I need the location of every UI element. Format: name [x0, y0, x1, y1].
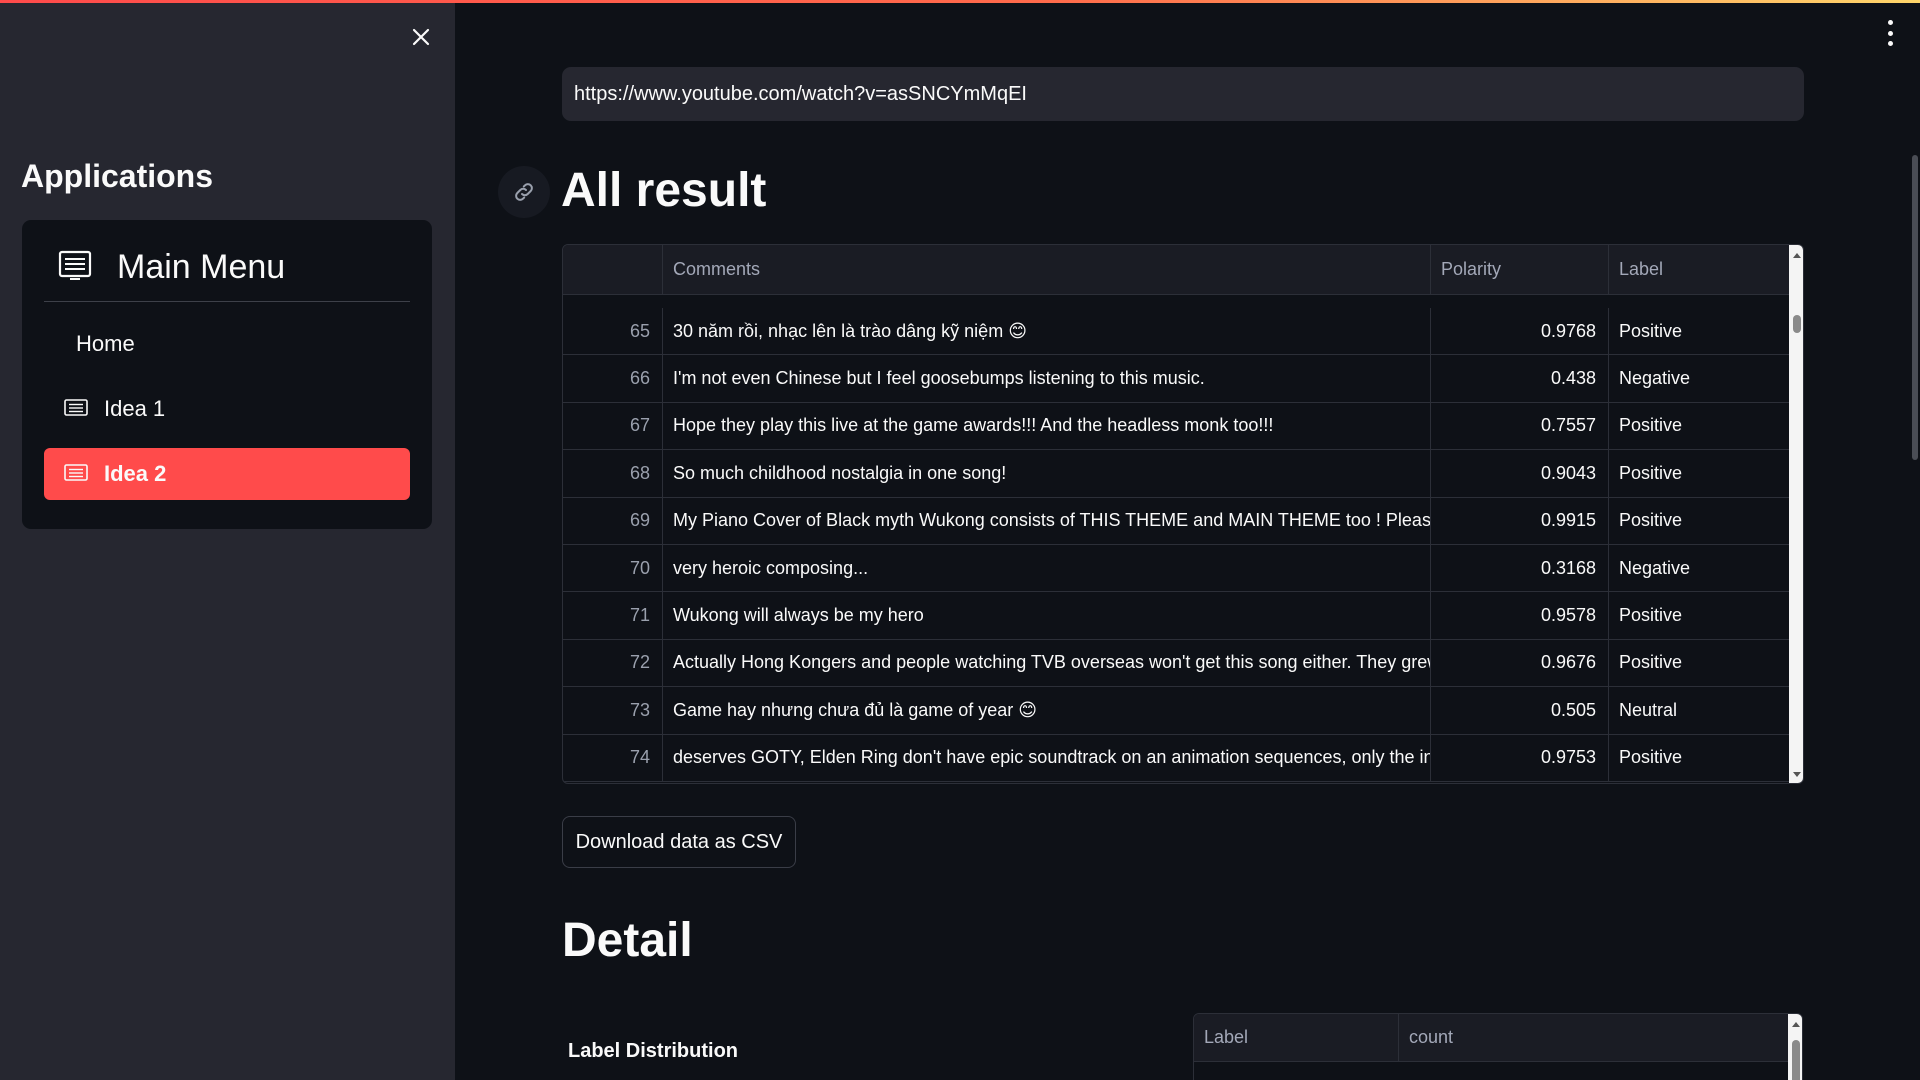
polarity-cell: 0.438 [1431, 355, 1609, 402]
comment-cell: deserves GOTY, Elden Ring don't have epi… [663, 734, 1431, 781]
label-cell: Negative [1619, 557, 1691, 578]
label-distribution-title: Label Distribution [568, 1040, 738, 1062]
main-menu-button[interactable] [1880, 20, 1900, 46]
main-menu: Main Menu Home Idea 1 Idea 2 [22, 220, 432, 529]
menu-item-idea-2[interactable]: Idea 2 [44, 448, 410, 500]
sidebar-title: Applications [21, 158, 214, 194]
label-cell: Negative [1619, 368, 1691, 389]
header-polarity[interactable]: Polarity [1431, 245, 1609, 294]
row-index: 71 [563, 592, 663, 639]
results-heading: All result [561, 164, 767, 217]
list-icon [64, 399, 88, 416]
label-cell: Neutral [1619, 699, 1678, 720]
row-index: 68 [563, 450, 663, 497]
table-row[interactable]: 67 Hope they play this live at the game a… [563, 402, 1789, 451]
table-row[interactable]: 74 deserves GOTY, Elden Ring don't have e… [563, 734, 1789, 782]
comment-cell: 30 năm rồi, nhạc lên là trào dâng kỹ niệ… [663, 308, 1431, 355]
table-row[interactable]: 72 Actually Hong Kongers and people watch… [563, 639, 1789, 688]
table-row[interactable]: 70 very heroic composing... 0.3168 Negative [563, 544, 1789, 593]
heading-anchor-link[interactable] [498, 166, 550, 218]
polarity-cell: 0.9578 [1431, 592, 1609, 639]
row-index: 74 [563, 734, 663, 781]
table-body: 65 30 năm rồi, nhạc lên là trào dâng kỹ n… [563, 308, 1789, 782]
menu-title: Main Menu [117, 248, 286, 286]
comment-cell: Actually Hong Kongers and people watchin… [663, 639, 1431, 687]
menu-item-home[interactable]: Home [44, 318, 410, 370]
menu-item-label: Idea 1 [104, 396, 166, 421]
comment-cell: very heroic composing... [663, 544, 1431, 592]
row-index: 70 [563, 544, 663, 592]
label-cell: Positive [1619, 510, 1683, 531]
row-index: 73 [563, 687, 663, 734]
row-index: 69 [563, 497, 663, 544]
row-index: 72 [563, 639, 663, 687]
table-row[interactable]: 65 30 năm rồi, nhạc lên là trào dâng kỹ n… [563, 308, 1789, 356]
scroll-up-icon[interactable] [1793, 253, 1801, 258]
url-input[interactable] [562, 67, 1804, 121]
label-cell: Positive [1619, 415, 1683, 436]
label-cell: Positive [1619, 320, 1683, 341]
scroll-down-icon[interactable] [1793, 772, 1801, 777]
header-index[interactable] [563, 245, 663, 294]
menu-divider [44, 301, 410, 302]
table-row[interactable]: 69 My Piano Cover of Black myth Wukong co… [563, 497, 1789, 545]
row-index: 67 [563, 402, 663, 450]
header-label[interactable]: Label [1194, 1014, 1399, 1061]
table-header: Comments Polarity Label [563, 245, 1789, 295]
sidebar: Applications Main Menu Home Idea 1 Idea … [0, 0, 455, 1080]
polarity-cell: 0.505 [1431, 687, 1609, 734]
detail-heading: Detail [562, 914, 693, 967]
label-cell: Positive [1619, 652, 1683, 673]
menu-item-label: Idea 2 [104, 461, 167, 486]
table-header: Label count [1194, 1014, 1788, 1062]
menu-item-idea-1[interactable]: Idea 1 [44, 383, 410, 435]
comment-cell: Wukong will always be my hero [663, 592, 1431, 639]
polarity-cell: 0.7557 [1431, 402, 1609, 450]
polarity-cell: 0.9043 [1431, 450, 1609, 497]
label-cell: Positive [1619, 605, 1683, 626]
list-icon [64, 464, 88, 481]
table-row[interactable]: 71 Wukong will always be my hero 0.9578 Pos… [563, 592, 1789, 640]
close-icon [412, 28, 430, 46]
row-index: 65 [563, 308, 663, 355]
scrollbar-thumb[interactable] [1792, 1040, 1800, 1080]
polarity-cell: 0.9768 [1431, 308, 1609, 355]
header-label[interactable]: Label [1609, 245, 1789, 294]
menu-item-label: Home [76, 331, 135, 356]
dot [1887, 41, 1893, 46]
polarity-cell: 0.9676 [1431, 639, 1609, 687]
polarity-cell: 0.9753 [1431, 734, 1609, 781]
header-comments[interactable]: Comments [663, 245, 1431, 294]
download-csv-button[interactable]: Download data as CSV [562, 816, 796, 868]
row-index: 66 [563, 355, 663, 402]
polarity-cell: 0.3168 [1431, 544, 1609, 592]
comment-cell: Hope they play this live at the game awa… [663, 402, 1431, 450]
scrollbar-thumb[interactable] [1793, 315, 1801, 333]
menu-list-icon [58, 250, 92, 287]
close-sidebar-button[interactable] [406, 22, 436, 52]
distribution-table[interactable]: Label count [1193, 1013, 1803, 1080]
table-row[interactable]: 66 I'm not even Chinese but I feel gooseb… [563, 355, 1789, 403]
label-cell: Positive [1619, 747, 1683, 768]
page-scrollbar[interactable] [1912, 155, 1918, 460]
table-scrollbar[interactable] [1788, 1014, 1802, 1080]
table-row[interactable]: 73 Game hay nhưng chưa đủ là game of year… [563, 687, 1789, 735]
table-row[interactable]: 68 So much childhood nostalgia in one son… [563, 450, 1789, 498]
table-scrollbar[interactable] [1789, 245, 1803, 783]
comment-cell: My Piano Cover of Black myth Wukong cons… [663, 497, 1431, 544]
comment-cell: Game hay nhưng chưa đủ là game of year 😊 [663, 687, 1431, 734]
comment-cell: So much childhood nostalgia in one song! [663, 450, 1431, 497]
label-cell: Positive [1619, 462, 1683, 483]
link-icon [515, 183, 533, 201]
polarity-cell: 0.9915 [1431, 497, 1609, 544]
header-count[interactable]: count [1399, 1014, 1788, 1061]
dot [1887, 20, 1893, 25]
results-table[interactable]: Comments Polarity Label 65 30 năm rồi, nh… [562, 244, 1804, 784]
scroll-up-icon[interactable] [1792, 1022, 1800, 1027]
dot [1887, 30, 1893, 36]
comment-cell: I'm not even Chinese but I feel goosebum… [663, 355, 1431, 402]
top-accent-bar [0, 0, 1920, 3]
